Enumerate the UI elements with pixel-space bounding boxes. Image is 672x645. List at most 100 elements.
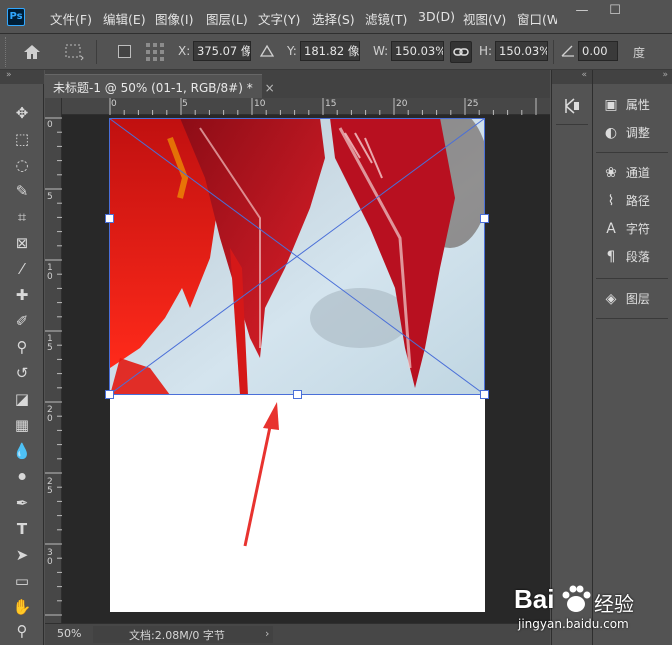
baidu-watermark: Bai 经验 jingyan.baidu.com	[510, 570, 670, 640]
brush-tool-icon[interactable]: ✐	[11, 310, 33, 332]
hand-tool-icon[interactable]: ✋	[11, 596, 33, 618]
eraser-tool-icon[interactable]: ◪	[11, 388, 33, 410]
angle-unit: 度	[633, 46, 646, 60]
panel-separator	[596, 278, 668, 279]
ruler-v-label: 3 0	[47, 548, 53, 567]
minimize-button[interactable]: —	[565, 0, 599, 22]
options-divider	[96, 40, 97, 64]
move-tool-icon[interactable]: ✥	[11, 102, 33, 124]
document-tab[interactable]: 未标题-1 @ 50% (01-1, RGB/8#) * ×	[45, 74, 275, 98]
marquee-tool-icon[interactable]: ⬚	[11, 128, 33, 150]
panel-paragraph[interactable]: ¶ 段落	[600, 248, 650, 270]
mid-collapse-icon[interactable]: «	[552, 70, 592, 84]
reference-checkbox[interactable]	[118, 45, 131, 58]
history-icon[interactable]	[562, 96, 582, 116]
red-arrow-annotation	[243, 402, 279, 547]
panel-properties[interactable]: ▣ 属性	[600, 96, 650, 118]
tools-collapse-icon[interactable]: »	[0, 70, 44, 84]
history-brush-tool-icon[interactable]: ↺	[11, 362, 33, 384]
w-label: W:	[373, 44, 389, 58]
ruler-v-label: 1 0	[47, 263, 53, 282]
h-label: H:	[479, 44, 493, 58]
ruler-v-label: 2 5	[47, 477, 53, 496]
healing-brush-tool-icon[interactable]: ✚	[11, 284, 33, 306]
character-icon: A	[606, 221, 616, 237]
panel-character-label: 字符	[625, 222, 650, 236]
menu-select[interactable]: 选择(S)	[312, 9, 355, 28]
paw-logo-icon	[562, 585, 591, 612]
dock-collapse-icon[interactable]: »	[593, 70, 672, 84]
zoom-tool-icon[interactable]: ⚲	[11, 620, 33, 642]
panel-layers[interactable]: ◈ 图层	[600, 290, 650, 312]
adjustments-icon: ◐	[604, 125, 618, 141]
ruler-v-label: 5	[47, 192, 53, 202]
delta-icon[interactable]	[260, 44, 274, 58]
angle-field[interactable]: 0.00	[578, 41, 618, 61]
panel-channels-label: 通道	[625, 166, 650, 180]
panel-adjustments[interactable]: ◐ 调整	[600, 124, 650, 146]
frame-tool-icon[interactable]: ⊠	[11, 232, 33, 254]
home-icon[interactable]	[22, 43, 42, 61]
link-proportions-button[interactable]	[450, 41, 472, 63]
menu-type[interactable]: 文字(Y)	[258, 9, 300, 28]
panel-properties-label: 属性	[625, 98, 650, 112]
x-label: X:	[178, 44, 191, 58]
panel-paths[interactable]: ⌇ 路径	[600, 192, 650, 214]
photoshop-logo: Ps	[7, 8, 25, 26]
menu-edit[interactable]: 编辑(E)	[103, 9, 146, 28]
status-bar: 50% 文档:2.08M/0 字节 ›	[45, 623, 550, 645]
document-tab-close-button[interactable]: ×	[265, 81, 275, 95]
maximize-button[interactable]: ☐	[598, 0, 632, 22]
crop-tool-icon[interactable]: ⌗	[11, 206, 33, 228]
reference-grid-icon[interactable]	[145, 42, 165, 62]
options-divider	[553, 40, 554, 64]
menu-window[interactable]: 窗口(W	[517, 9, 557, 28]
channels-icon: ❀	[605, 165, 617, 181]
eyedropper-tool-icon[interactable]: ⁄	[11, 258, 33, 280]
reference-point-icon[interactable]	[62, 42, 86, 62]
menu-file[interactable]: 文件(F)	[50, 9, 92, 28]
path-select-tool-icon[interactable]: ➤	[11, 544, 33, 566]
paragraph-icon: ¶	[606, 249, 616, 265]
menu-3d[interactable]: 3D(D)	[418, 9, 455, 24]
collapsed-panel-strip: «	[551, 70, 592, 645]
panel-layers-label: 图层	[625, 292, 650, 306]
panel-channels[interactable]: ❀ 通道	[600, 164, 650, 186]
menu-image[interactable]: 图像(I)	[155, 9, 193, 28]
menu-view[interactable]: 视图(V)	[463, 9, 506, 28]
panel-separator	[556, 124, 588, 125]
transform-handle[interactable]	[105, 214, 114, 223]
lasso-tool-icon[interactable]: ◌	[11, 154, 33, 176]
transform-handle[interactable]	[105, 390, 114, 399]
stamp-tool-icon[interactable]: ⚲	[11, 336, 33, 358]
w-field[interactable]: 150.03%	[391, 41, 444, 61]
transform-handle[interactable]	[480, 214, 489, 223]
free-transform-box[interactable]	[100, 108, 495, 408]
vertical-ruler[interactable]: 0 5 1 0 1 5 2 0 2 5 3 0	[45, 98, 62, 623]
menu-filter[interactable]: 滤镜(T)	[365, 9, 407, 28]
panel-dock: »	[592, 70, 672, 645]
ruler-v-label: 0	[47, 120, 53, 130]
ruler-v-label: 1 5	[47, 334, 53, 353]
layers-icon: ◈	[605, 291, 617, 307]
x-field[interactable]: 375.07 像素	[193, 41, 251, 61]
link-icon	[453, 48, 469, 56]
y-field[interactable]: 181.82 像素	[300, 41, 360, 61]
dodge-tool-icon[interactable]: ⚫	[11, 466, 33, 488]
options-grip[interactable]	[0, 37, 6, 67]
watermark-brand-cn: 经验	[594, 592, 634, 616]
pen-tool-icon[interactable]: ✒	[11, 492, 33, 514]
menu-layer[interactable]: 图层(L)	[206, 9, 248, 28]
transform-handle[interactable]	[480, 390, 489, 399]
transform-handle[interactable]	[293, 390, 302, 399]
blur-tool-icon[interactable]: 💧	[11, 440, 33, 462]
type-tool-icon[interactable]: T	[11, 518, 33, 540]
zoom-level[interactable]: 50%	[57, 627, 81, 640]
panel-character[interactable]: A 字符	[600, 220, 650, 242]
quick-select-tool-icon[interactable]: ✎	[11, 180, 33, 202]
gradient-tool-icon[interactable]: ▦	[11, 414, 33, 436]
panel-separator	[596, 152, 668, 153]
rectangle-tool-icon[interactable]: ▭	[11, 570, 33, 592]
status-menu-arrow-icon[interactable]: ›	[265, 627, 269, 640]
h-field[interactable]: 150.03%	[495, 41, 548, 61]
